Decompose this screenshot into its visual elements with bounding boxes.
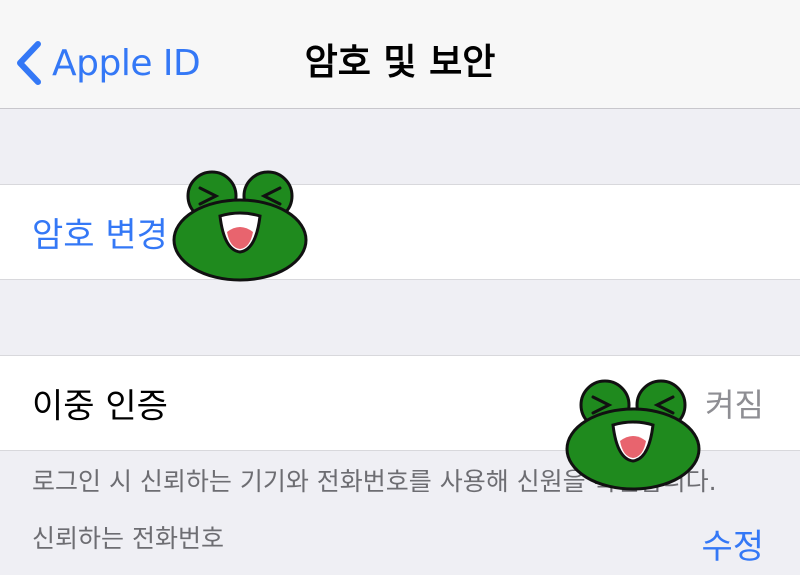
- two-factor-label: 이중 인증: [32, 386, 168, 427]
- frog-sticker-icon: [172, 170, 308, 282]
- change-password-link[interactable]: 암호 변경: [32, 208, 168, 257]
- two-factor-status: 켜짐: [705, 386, 764, 424]
- trusted-numbers-header: 신뢰하는 전화번호 수정: [0, 505, 800, 575]
- edit-button[interactable]: 수정: [701, 519, 764, 568]
- page-title: 암호 및 보안: [304, 42, 496, 83]
- navigation-bar: Apple ID 암호 및 보안: [0, 0, 800, 109]
- trusted-numbers-label: 신뢰하는 전화번호: [32, 524, 224, 553]
- frog-sticker-icon: [565, 379, 701, 491]
- change-password-row[interactable]: 암호 변경: [0, 184, 800, 280]
